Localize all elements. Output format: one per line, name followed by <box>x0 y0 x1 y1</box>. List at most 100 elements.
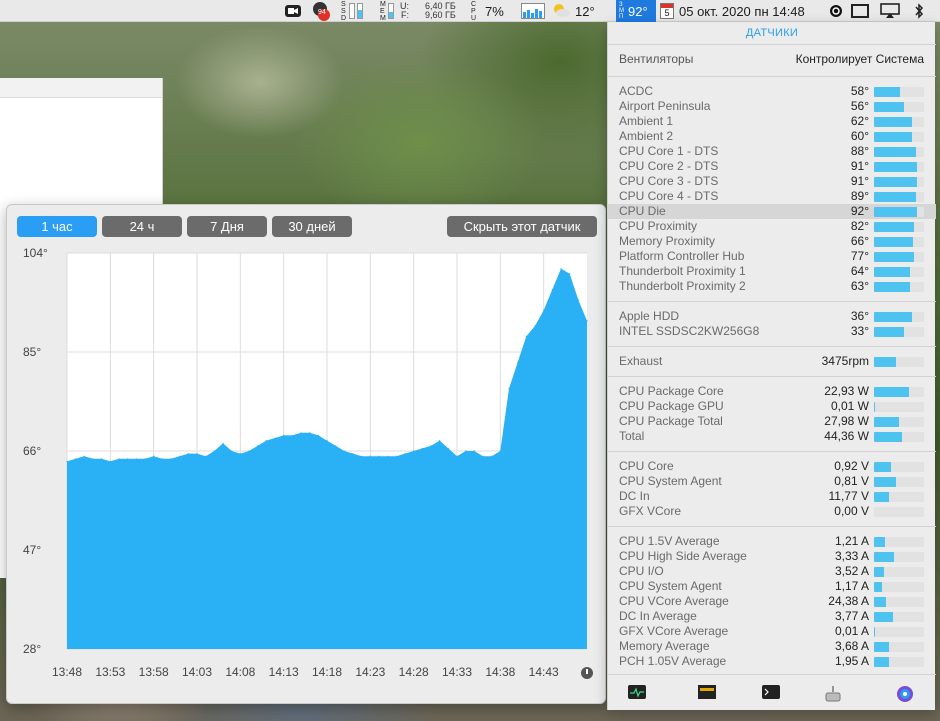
disk-utility-icon[interactable] <box>824 685 842 702</box>
circle-app-icon[interactable] <box>829 0 843 22</box>
sensor-value: 66° <box>850 234 869 248</box>
sensor-row[interactable]: Thunderbolt Proximity 2 63° <box>608 279 936 294</box>
sensor-row[interactable]: DC In 11,77 V <box>608 489 936 504</box>
cpu-history-icon[interactable] <box>521 0 545 22</box>
sensor-level-bar <box>874 567 924 577</box>
sensor-row[interactable]: CPU Core 0,92 V <box>608 459 936 474</box>
data-point <box>508 387 510 390</box>
data-point <box>560 268 562 270</box>
weather-widget[interactable]: 12° <box>551 0 595 22</box>
sensor-row[interactable]: CPU Core 4 - DTS 89° <box>608 189 936 204</box>
sensor-row[interactable]: Memory Proximity 66° <box>608 234 936 249</box>
sensor-level-bar <box>874 327 924 337</box>
data-point <box>213 450 215 452</box>
terminal-icon[interactable] <box>762 685 780 699</box>
sensor-row[interactable]: CPU 1.5V Average 1,21 A <box>608 534 936 549</box>
notification-icon[interactable]: 94 <box>312 0 332 22</box>
sensor-level-bar <box>874 162 924 172</box>
sensor-value: 3,33 A <box>834 549 869 563</box>
sensor-name: CPU Package Core <box>619 384 724 398</box>
sensor-name: PCH 1.05V Average <box>619 654 727 668</box>
sensor-level-bar <box>874 627 924 637</box>
x-tick-label: 14:18 <box>311 665 343 679</box>
sensor-name: Thunderbolt Proximity 1 <box>619 264 746 278</box>
sensor-row[interactable]: CPU I/O 3,52 A <box>608 564 936 579</box>
sensor-row[interactable]: CPU Core 3 - DTS 91° <box>608 174 936 189</box>
data-point <box>239 453 241 455</box>
sensor-row[interactable]: CPU Package GPU 0,01 W <box>608 399 936 414</box>
mem-bar <box>388 3 394 19</box>
data-point <box>543 309 545 311</box>
sensor-level-bar <box>874 312 924 322</box>
sensor-row[interactable]: CPU Package Core 22,93 W <box>608 384 936 399</box>
sensor-row[interactable]: Apple HDD 36° <box>608 309 936 324</box>
sensor-row[interactable]: CPU Die 92° <box>608 204 936 219</box>
sensor-value: 77° <box>850 249 869 263</box>
data-point <box>265 440 267 442</box>
sensor-row[interactable]: Thunderbolt Proximity 1 64° <box>608 264 936 279</box>
data-point <box>569 273 571 275</box>
sensor-value: 89° <box>850 189 869 203</box>
sensor-row[interactable]: CPU VCore Average 24,38 A <box>608 594 936 609</box>
sensor-name: CPU Core 1 - DTS <box>619 144 719 158</box>
x-tick-label: 14:33 <box>441 665 473 679</box>
sensor-row[interactable]: Ambient 2 60° <box>608 129 936 144</box>
sensor-row[interactable]: CPU System Agent 0,81 V <box>608 474 936 489</box>
sensor-row[interactable]: Platform Controller Hub 77° <box>608 249 936 264</box>
data-point <box>413 450 415 452</box>
system-info-icon[interactable] <box>896 685 914 702</box>
sensor-row[interactable]: GFX VCore Average 0,01 A <box>608 624 936 639</box>
fans-row[interactable]: Вентиляторы Контролирует Система <box>619 52 924 66</box>
sensor-name: Thunderbolt Proximity 2 <box>619 279 746 293</box>
sensor-name: INTEL SSDSC2KW256G8 <box>619 324 760 338</box>
sensor-row[interactable]: CPU Package Total 27,98 W <box>608 414 936 429</box>
clock-datetime[interactable]: 05 окт. 2020 пн 14:48 <box>679 0 805 22</box>
sensor-level-bar <box>874 357 924 367</box>
facetime-icon[interactable] <box>285 0 301 22</box>
y-tick-label: 28° <box>23 642 42 656</box>
sensor-row[interactable]: DC In Average 3,77 A <box>608 609 936 624</box>
sensor-name: Ambient 1 <box>619 114 674 128</box>
sensor-row[interactable]: GFX VCore 0,00 V <box>608 504 936 519</box>
sensor-row[interactable]: CPU System Agent 1,17 A <box>608 579 936 594</box>
sensor-value: 3,77 A <box>834 609 869 623</box>
sensor-level-bar <box>874 132 924 142</box>
sensor-row[interactable]: Total 44,36 W <box>608 429 936 444</box>
clock-icon[interactable] <box>581 667 593 679</box>
sensor-label: ЗМП <box>619 2 624 20</box>
bluetooth-icon[interactable] <box>913 0 925 22</box>
sensor-name: CPU Core <box>619 459 674 473</box>
sensor-value: 63° <box>850 279 869 293</box>
airplay-icon[interactable] <box>880 0 900 22</box>
sensor-name: Memory Average <box>619 639 710 653</box>
sensor-row[interactable]: CPU Core 1 - DTS 88° <box>608 144 936 159</box>
sensor-row[interactable]: CPU High Side Average 3,33 A <box>608 549 936 564</box>
data-point <box>205 455 207 457</box>
sensor-name: CPU I/O <box>619 564 664 578</box>
sensor-row[interactable]: CPU Core 2 - DTS 91° <box>608 159 936 174</box>
console-icon[interactable] <box>698 685 716 699</box>
memory-indicator[interactable]: MEM U: F: 6,40 ГБ 9,60 ГБ <box>380 0 456 22</box>
sensor-temp-indicator[interactable]: ЗМП 92° <box>616 0 656 22</box>
data-point <box>170 458 172 460</box>
sensor-row[interactable]: ACDC 58° <box>608 84 936 99</box>
x-tick-label: 14:13 <box>268 665 299 679</box>
sensor-row[interactable]: Memory Average 3,68 A <box>608 639 936 654</box>
sensor-value: 60° <box>850 129 869 143</box>
sensor-row[interactable]: CPU Proximity 82° <box>608 219 936 234</box>
ssd-indicator[interactable]: SSD <box>341 0 363 22</box>
cpu-indicator[interactable]: CPU 7% <box>471 0 504 22</box>
data-point <box>577 299 579 301</box>
sensor-row[interactable]: Exhaust 3475rpm <box>608 354 936 369</box>
fans-value: Контролирует Система <box>795 52 924 66</box>
data-point <box>421 447 423 449</box>
sensor-row[interactable]: PCH 1.05V Average 1,95 A <box>608 654 936 669</box>
mem-label: MEM <box>380 0 386 22</box>
sensor-row[interactable]: Ambient 1 62° <box>608 114 936 129</box>
calendar-icon[interactable]: 5 <box>660 0 674 22</box>
activity-monitor-icon[interactable] <box>628 685 646 699</box>
window-icon[interactable] <box>851 0 869 22</box>
sensors-panel: ДАТЧИКИ Вентиляторы Контролирует Система… <box>607 22 936 710</box>
sensor-row[interactable]: INTEL SSDSC2KW256G8 33° <box>608 324 936 339</box>
sensor-row[interactable]: Airport Peninsula 56° <box>608 99 936 114</box>
